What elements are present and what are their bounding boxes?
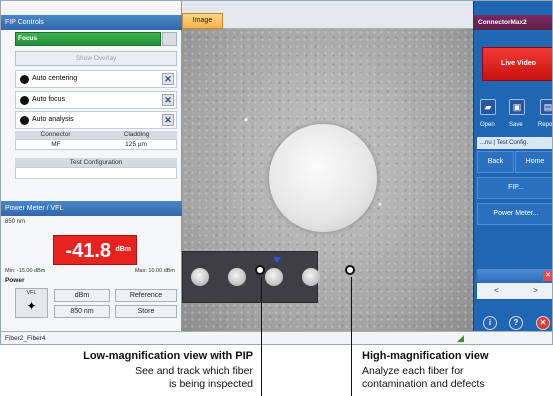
toggle-dot-icon — [20, 96, 29, 105]
toggle-dot-icon — [20, 116, 29, 125]
left-panel: FIP Controls Focus Show Overlay Auto cen… — [1, 1, 182, 344]
power-section-label: Power — [5, 277, 25, 284]
laser-icon: ✦ — [26, 299, 37, 313]
low-mag-callout-title: Low-magnification view with PIP — [83, 350, 253, 362]
max-power-label: Max: 10.00 dBm — [134, 268, 175, 274]
report-icon[interactable]: ▤ — [540, 99, 552, 115]
vfl-button[interactable]: VFL ✦ — [15, 288, 48, 318]
test-configuration-field[interactable] — [15, 167, 177, 179]
close-icon[interactable]: ✕ — [162, 114, 174, 126]
fip-button[interactable]: FIP... — [477, 177, 552, 199]
close-icon[interactable]: ✕ — [162, 94, 174, 106]
keyboard-strip: ✕ — [477, 269, 552, 283]
app-title: ConnectorMax2 — [474, 15, 552, 30]
tab-image[interactable]: Image — [182, 13, 223, 29]
help-icon[interactable]: ? — [509, 316, 523, 330]
wavelength-button[interactable]: 850 nm — [54, 305, 110, 318]
fip-controls-header: FIP Controls — [1, 15, 182, 30]
live-video-button[interactable]: Live Video — [482, 47, 552, 81]
status-bar: Fiber2_Fiber4 — [1, 331, 552, 344]
image-tab-bar — [182, 1, 473, 29]
auto-centering-option[interactable]: Auto centering ✕ — [15, 70, 177, 88]
auto-analysis-label: Auto analysis — [32, 116, 74, 123]
nav-next-button[interactable]: > — [516, 283, 552, 299]
pip-fiber-thumbnail[interactable] — [265, 268, 283, 286]
home-button[interactable]: Home — [515, 151, 552, 173]
pip-fiber-thumbnail[interactable] — [191, 268, 209, 286]
connector-header: Connector — [40, 131, 71, 138]
tools-icon[interactable]: ◢ — [457, 334, 464, 343]
show-overlay-button[interactable]: Show Overlay — [15, 51, 177, 66]
reference-button[interactable]: Reference — [115, 289, 177, 302]
close-icon[interactable]: ✕ — [162, 73, 174, 85]
right-panel: ConnectorMax2 Live Video ▰ ▣ ▤ Open Save… — [473, 1, 553, 331]
close-icon[interactable]: ✕ — [543, 271, 552, 281]
open-label: Open — [480, 122, 495, 128]
report-label: Repo — [538, 122, 553, 128]
current-fiber-marker-icon — [273, 257, 281, 263]
auto-centering-label: Auto centering — [32, 75, 78, 82]
fiber-image-view[interactable] — [182, 29, 473, 331]
auto-analysis-option[interactable]: Auto analysis ✕ — [15, 111, 177, 129]
vfl-label: VFL — [26, 290, 37, 296]
high-mag-callout-title: High-magnification view — [362, 350, 489, 362]
low-mag-callout-pin — [255, 265, 265, 275]
high-mag-callout-pin — [345, 265, 355, 275]
high-mag-callout-line-1: Analyze each fiber for — [362, 365, 464, 377]
toggle-dot-icon — [20, 75, 29, 84]
open-folder-icon[interactable]: ▰ — [480, 99, 496, 115]
focus-slider[interactable]: Focus — [15, 32, 161, 46]
high-mag-callout-line — [351, 277, 352, 396]
back-button[interactable]: Back — [477, 151, 514, 173]
low-mag-callout-line-1: See and track which fiber — [135, 365, 253, 377]
test-configuration-label: Test Configuration — [15, 158, 177, 167]
nav-prev-button[interactable]: < — [477, 283, 516, 299]
high-mag-callout-line-2: contamination and defects — [362, 378, 485, 390]
save-icon[interactable]: ▣ — [509, 99, 525, 115]
power-reading-display: -41.8 dBm — [53, 235, 137, 265]
save-label: Save — [509, 122, 523, 128]
auto-focus-label: Auto focus — [32, 96, 66, 103]
info-icon[interactable]: i — [483, 316, 497, 330]
low-mag-callout-line-2: is being inspected — [168, 378, 253, 390]
breadcrumb: ...nu | Test Config. — [477, 137, 552, 149]
exit-icon[interactable]: ✕ — [536, 316, 550, 330]
pip-fiber-thumbnail[interactable] — [228, 268, 246, 286]
connectormax2-window: FIP Controls Focus Show Overlay Auto cen… — [0, 0, 553, 345]
power-reading-unit: dBm — [115, 246, 131, 253]
focus-slider-handle[interactable] — [162, 32, 177, 46]
pip-thumbnail-strip[interactable] — [182, 251, 320, 303]
power-meter-button[interactable]: Power Meter... — [477, 203, 552, 225]
low-mag-callout-line — [261, 277, 262, 396]
pip-fiber-thumbnail[interactable] — [302, 268, 320, 286]
auto-focus-option[interactable]: Auto focus ✕ — [15, 91, 177, 109]
cladding-value[interactable]: 125 µm — [96, 140, 176, 149]
connector-table: Connector Cladding MF 125 µm — [15, 131, 177, 150]
fiber-endface-image — [269, 124, 377, 232]
power-reading-value: -41.8 — [65, 240, 111, 262]
connector-value[interactable]: MF — [16, 140, 96, 149]
cladding-header: Cladding — [123, 131, 150, 138]
dbm-button[interactable]: dBm — [54, 289, 110, 302]
wavelength-label: 850 nm — [5, 219, 26, 225]
power-meter-header: Power Meter / VFL — [1, 201, 182, 216]
store-button[interactable]: Store — [115, 305, 177, 318]
nav-row: < > — [477, 283, 552, 299]
min-power-label: Min: -15.00 dBm — [5, 268, 46, 274]
